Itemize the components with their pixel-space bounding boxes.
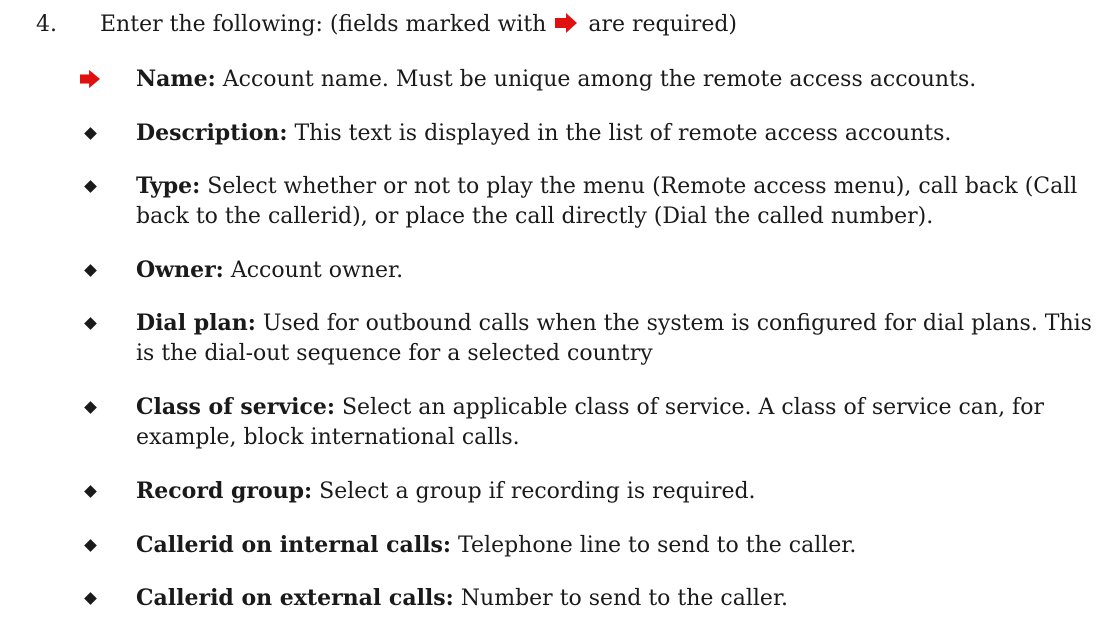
field-label: Record group: [136,478,313,504]
field-label: Name: [136,66,216,92]
step-text-after: are required) [588,12,737,37]
field-text: This text is displayed in the list of re… [294,121,952,146]
field-description: Callerid on internal calls: Telephone li… [136,530,1096,561]
diamond-icon [80,255,100,285]
field-text: Number to send to the caller. [460,586,789,611]
diamond-icon [80,308,100,338]
diamond-icon [80,583,100,613]
red-arrow-icon [555,12,578,42]
step-text-before: Enter the following: (fields marked with [100,12,547,37]
field-description: Owner: Account owner. [136,255,1096,286]
field-label: Description: [136,120,288,146]
field-description: Dial plan: Used for outbound calls when … [136,308,1096,369]
step-heading: 4. Enter the following: (fields marked wi… [36,10,737,42]
field-text: Select whether or not to play the menu (… [136,174,1078,229]
field-label: Callerid on external calls: [136,585,454,611]
field-text: Account owner. [230,258,404,283]
field-text: Account name. Must be unique among the r… [222,67,977,92]
field-text: Select a group if recording is required. [319,479,756,504]
field-label: Owner: [136,257,224,283]
field-label: Type: [136,173,201,199]
red-arrow-icon [80,64,100,94]
field-text: Used for outbound calls when the system … [136,311,1092,366]
field-description: Callerid on external calls: Number to se… [136,583,1096,614]
diamond-icon [80,476,100,506]
diamond-icon [80,392,100,422]
diamond-icon [80,118,100,148]
field-label: Callerid on internal calls: [136,532,452,558]
field-label: Class of service: [136,394,335,420]
field-text: Telephone line to send to the caller. [458,533,857,558]
field-description: Class of service: Select an applicable c… [136,392,1096,453]
field-description: Type: Select whether or not to play the … [136,171,1096,232]
field-description: Record group: Select a group if recordin… [136,476,1096,507]
diamond-icon [80,171,100,201]
diamond-icon [80,530,100,560]
field-description: Description: This text is displayed in t… [136,118,1096,149]
step-number: 4. [36,12,57,37]
field-label: Dial plan: [136,310,256,336]
field-description: Name: Account name. Must be unique among… [136,64,1096,95]
